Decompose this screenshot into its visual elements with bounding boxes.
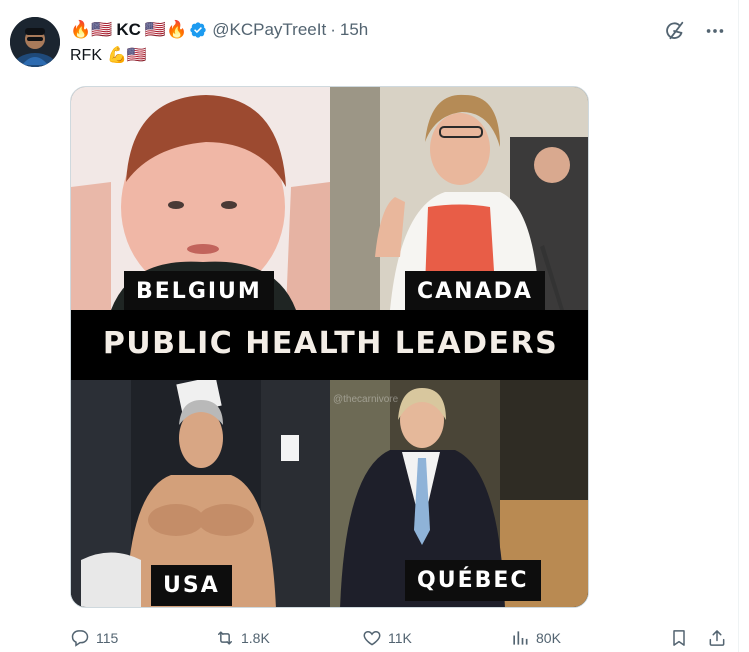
repost-button[interactable]: 1.8K bbox=[215, 628, 270, 648]
repost-icon bbox=[218, 631, 232, 645]
bookmark-icon bbox=[673, 630, 685, 646]
tweet-text-body: RFK bbox=[70, 47, 102, 64]
share-icon bbox=[709, 630, 725, 646]
name-prefix-emojis: 🔥🇺🇸 bbox=[70, 20, 113, 39]
heart-icon bbox=[363, 630, 381, 646]
name-suffix-emojis: 🇺🇸🔥 bbox=[144, 20, 188, 39]
author-handle[interactable]: @KCPayTreeIt bbox=[212, 20, 326, 40]
tweet-action-bar: 115 1.8K 11K 80K bbox=[70, 626, 727, 650]
like-button[interactable]: 11K bbox=[362, 628, 412, 648]
panel-label-quebec: QUÉBEC bbox=[405, 560, 541, 601]
views-chart-icon bbox=[513, 631, 528, 645]
grok-icon[interactable] bbox=[663, 19, 687, 43]
share-button[interactable] bbox=[707, 628, 727, 648]
meme-banner-text: PUBLIC HEALTH LEADERS bbox=[102, 326, 559, 361]
meme-watermark: @thecarnivore bbox=[333, 394, 399, 405]
reply-button[interactable]: 115 bbox=[70, 628, 118, 648]
tweet-header: 🔥🇺🇸 KC 🇺🇸🔥 @KCPayTreeIt · 15h bbox=[70, 19, 368, 41]
separator-dot: · bbox=[330, 20, 336, 39]
like-count: 11K bbox=[388, 630, 412, 646]
avatar[interactable] bbox=[10, 17, 60, 67]
views-count: 80K bbox=[536, 630, 561, 646]
views-button[interactable]: 80K bbox=[510, 628, 561, 648]
author-name[interactable]: KC bbox=[116, 20, 141, 40]
panel-belgium: BELGIUM bbox=[71, 87, 330, 310]
tweet-media-image[interactable]: BELGIUM CANADA PUBLIC HEALTH LEADERS USA… bbox=[70, 86, 589, 608]
panel-label-canada: CANADA bbox=[405, 271, 545, 310]
avatar-photo bbox=[10, 17, 60, 67]
panel-label-belgium: BELGIUM bbox=[124, 271, 274, 310]
panel-label-usa-text: USA bbox=[151, 565, 232, 606]
timestamp[interactable]: 15h bbox=[340, 20, 368, 40]
repost-count: 1.8K bbox=[241, 630, 270, 646]
panel-canada: CANADA bbox=[330, 87, 588, 310]
bookmark-button[interactable] bbox=[669, 628, 689, 648]
page-right-border bbox=[738, 0, 749, 652]
tweet-text-emojis: 💪🇺🇸 bbox=[107, 47, 147, 64]
tweet-top-actions bbox=[663, 19, 727, 43]
more-options-icon[interactable] bbox=[703, 19, 727, 43]
tweet-text: RFK 💪🇺🇸 bbox=[70, 47, 147, 65]
reply-icon bbox=[71, 630, 89, 647]
reply-count: 115 bbox=[96, 630, 119, 646]
verified-badge-icon bbox=[190, 22, 206, 38]
